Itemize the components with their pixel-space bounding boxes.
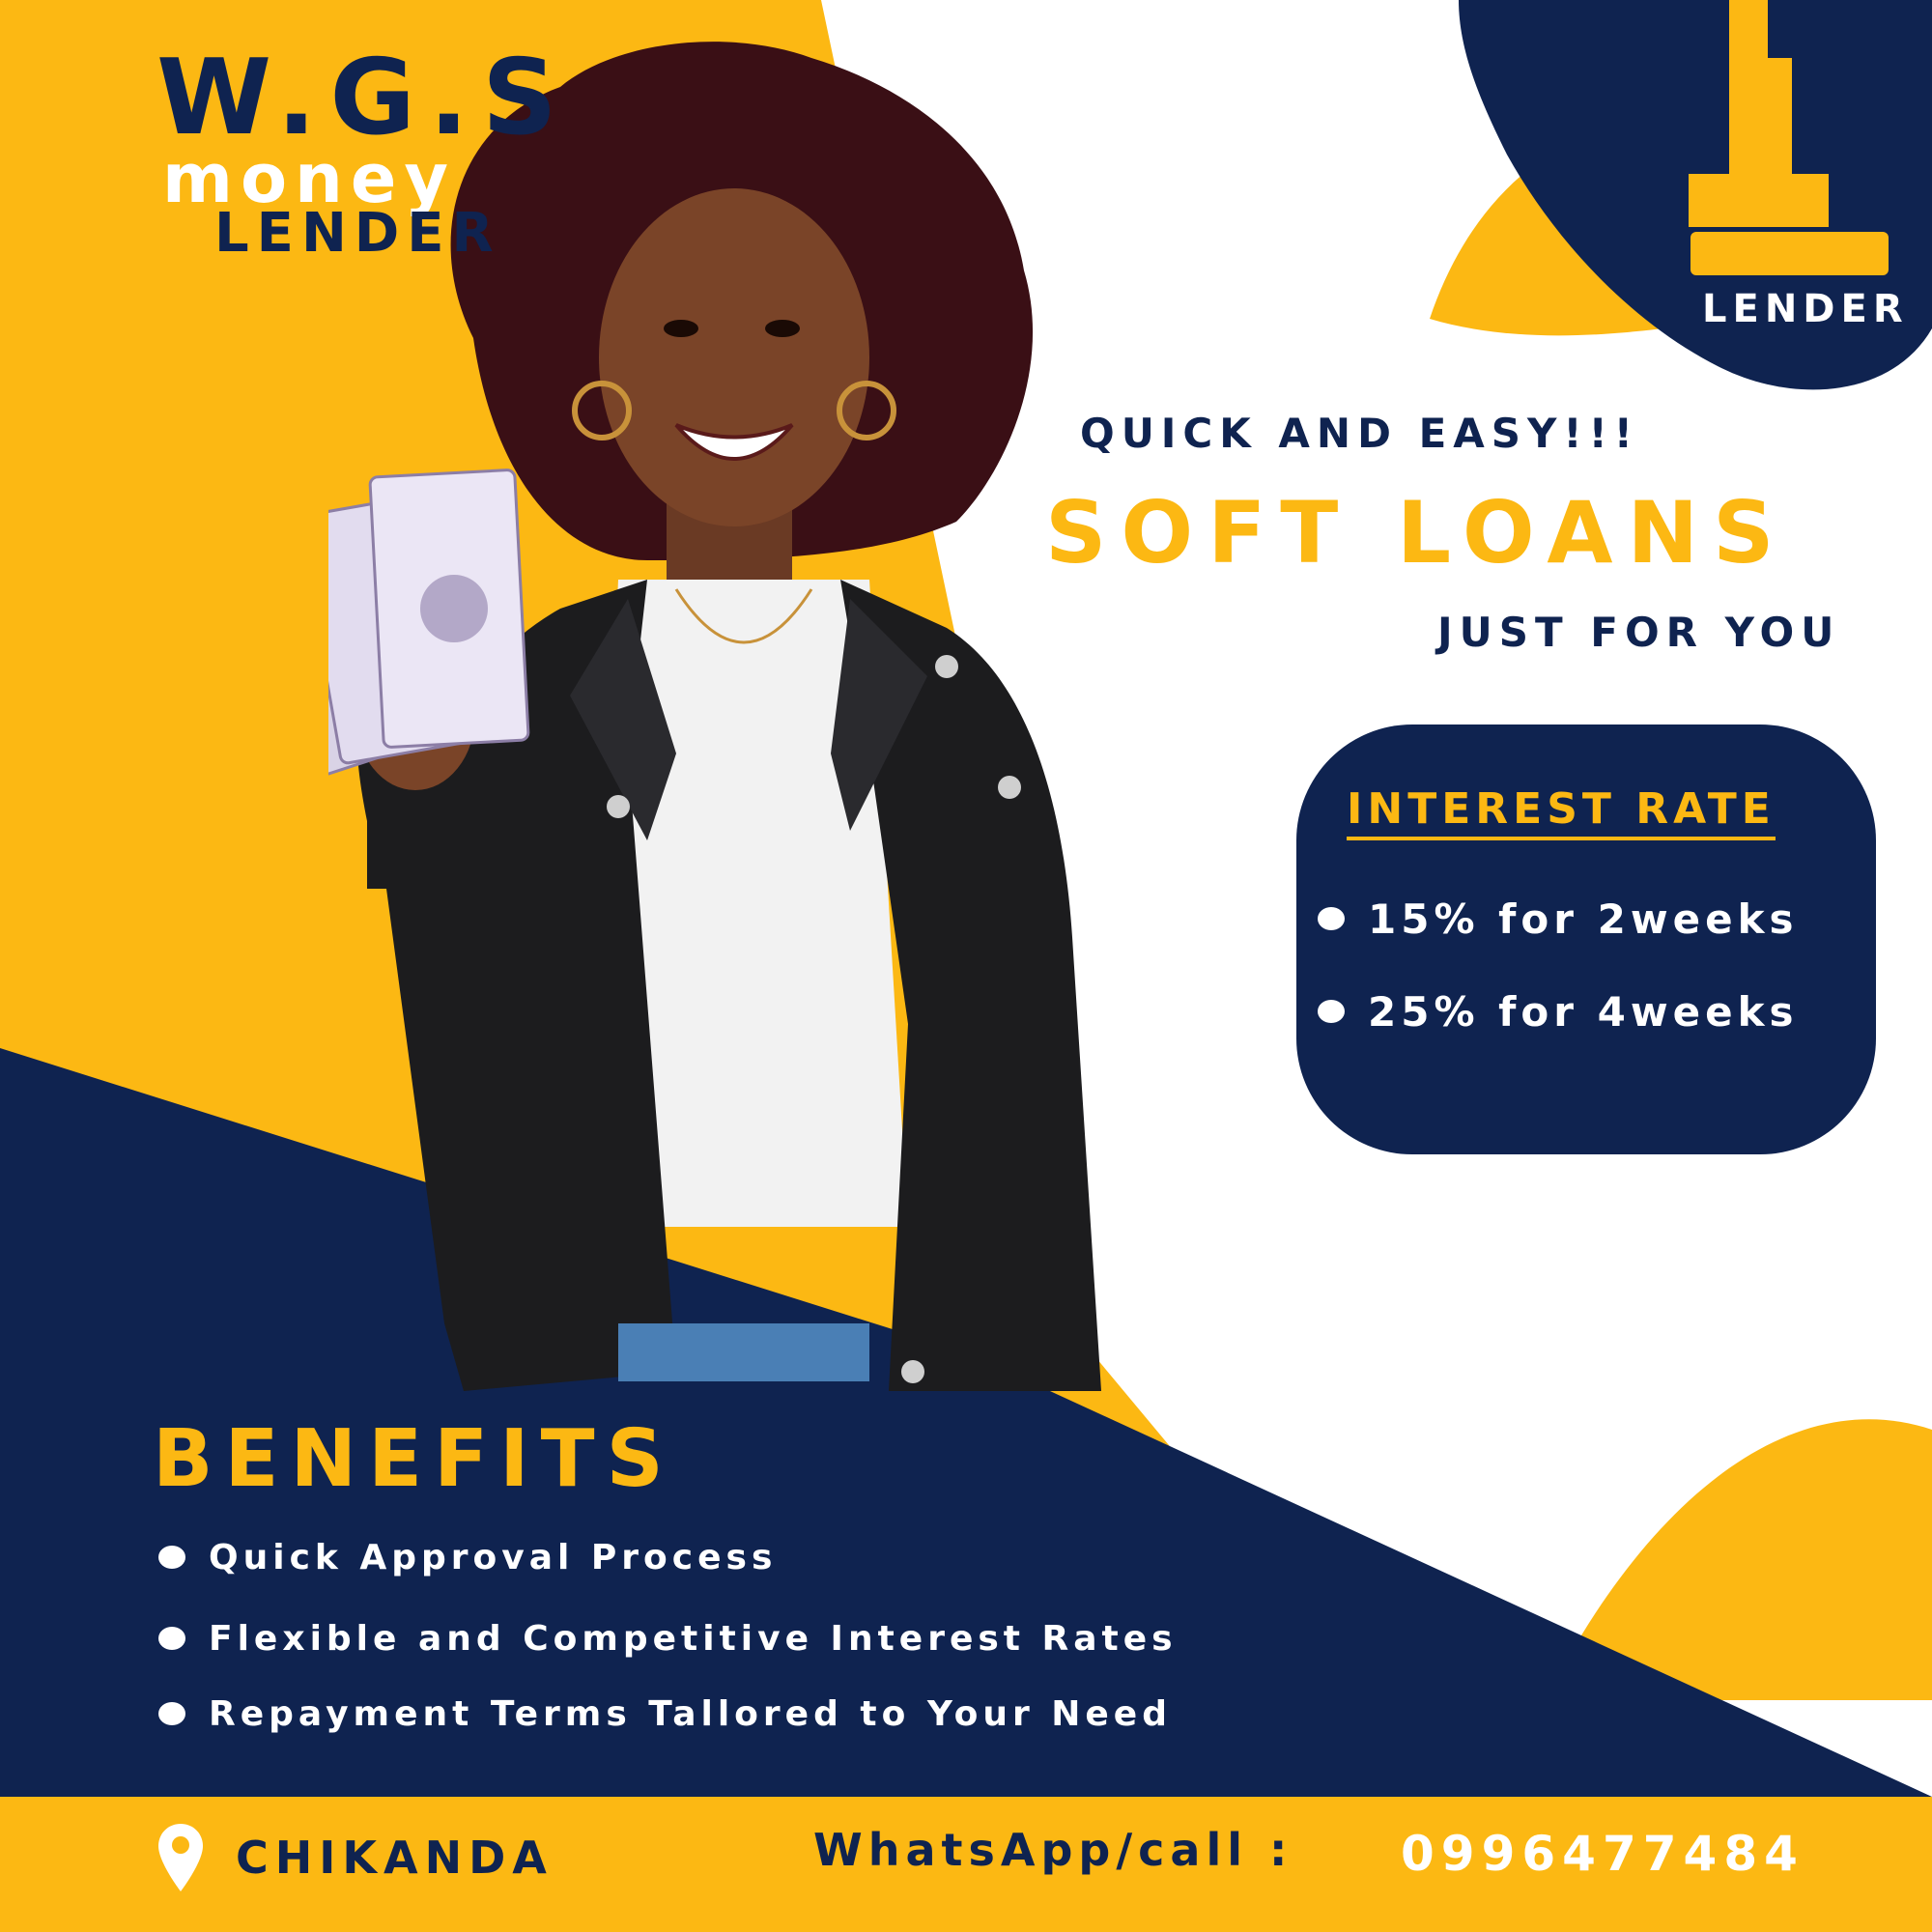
- logo-label: LENDER: [1702, 287, 1909, 331]
- interest-rate-title: INTEREST RATE: [1347, 788, 1776, 840]
- benefit-text: Flexible and Competitive Interest Rates: [209, 1618, 1178, 1659]
- bullet-icon: [158, 1627, 185, 1650]
- benefit-item: Repayment Terms Tallored to Your Need: [158, 1692, 1178, 1735]
- interest-rate-list: 15% for 2weeks 25% for 4weeks: [1318, 895, 1799, 1080]
- rate-text: 15% for 2weeks: [1368, 895, 1799, 943]
- brand-lender-text: LENDER: [214, 202, 501, 265]
- bullet-icon: [1318, 1000, 1345, 1023]
- brand-name: W.G.S: [156, 38, 571, 158]
- benefit-item: Flexible and Competitive Interest Rates: [158, 1617, 1178, 1660]
- interest-rate-card: INTEREST RATE 15% for 2weeks 25% for 4we…: [1296, 724, 1876, 1154]
- hand-holding-coin-logo-icon: [1689, 0, 1889, 275]
- footer-location: CHIKANDA: [158, 1824, 554, 1891]
- promo-subline: JUST FOR YOU: [1437, 609, 1841, 656]
- location-text: CHIKANDA: [236, 1832, 554, 1884]
- bullet-icon: [158, 1702, 185, 1725]
- bullet-icon: [158, 1546, 185, 1569]
- benefit-item: Quick Approval Process: [158, 1536, 1178, 1578]
- loan-poster: W.G.S money LENDER LENDER QUICK AND EASY…: [0, 0, 1932, 1932]
- rate-item: 15% for 2weeks: [1318, 895, 1799, 943]
- benefits-list: Quick Approval Process Flexible and Comp…: [158, 1536, 1178, 1774]
- benefit-text: Repayment Terms Tallored to Your Need: [209, 1693, 1172, 1734]
- rate-text: 25% for 4weeks: [1368, 987, 1799, 1036]
- promo-tagline: QUICK AND EASY!!!: [1080, 410, 1639, 457]
- location-pin-icon: [158, 1824, 203, 1891]
- bullet-icon: [1318, 907, 1345, 930]
- contact-label: WhatsApp/call :: [813, 1824, 1293, 1876]
- promo-headline: SOFT LOANS: [1045, 483, 1789, 582]
- benefits-title: BENEFITS: [153, 1413, 675, 1505]
- benefit-text: Quick Approval Process: [209, 1537, 778, 1577]
- contact-phone-number[interactable]: 0996477484: [1401, 1830, 1804, 1878]
- rate-item: 25% for 4weeks: [1318, 987, 1799, 1036]
- banknotes: [328, 469, 530, 780]
